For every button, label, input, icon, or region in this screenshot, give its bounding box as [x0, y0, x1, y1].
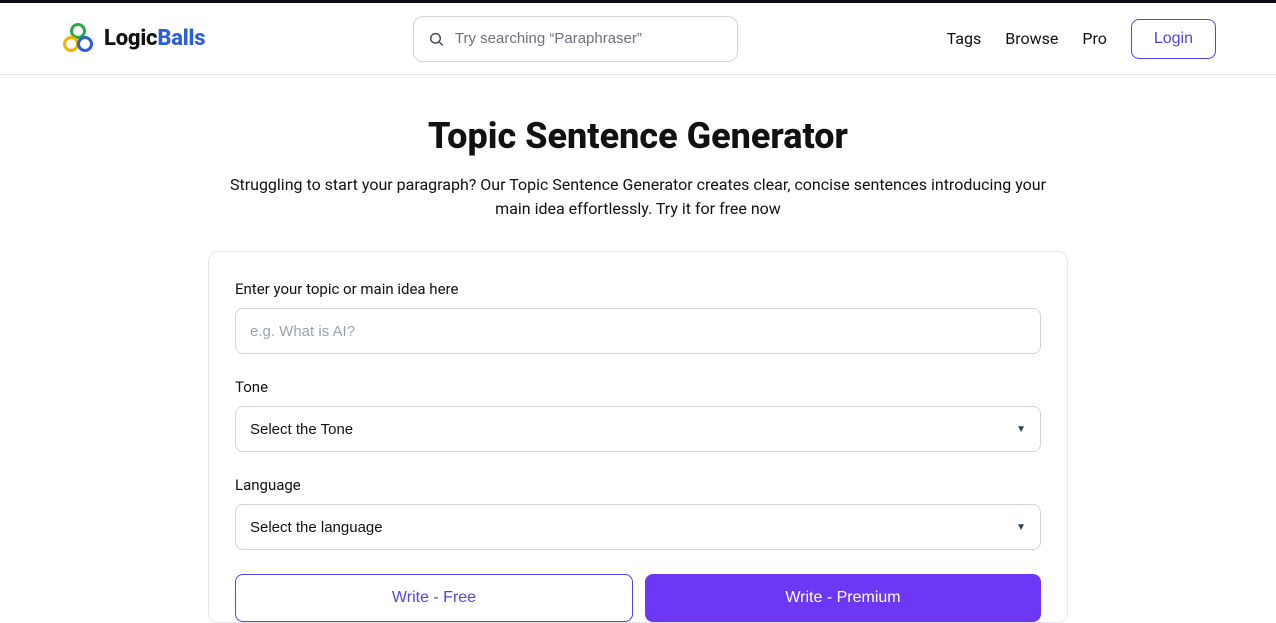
search-input[interactable] [455, 30, 724, 47]
login-button[interactable]: Login [1131, 19, 1216, 59]
language-select[interactable]: Select the language ▼ [235, 504, 1041, 550]
tone-selected-value: Select the Tone [250, 421, 353, 438]
chevron-down-icon: ▼ [1016, 424, 1026, 435]
chevron-down-icon: ▼ [1016, 522, 1026, 533]
tone-label: Tone [235, 378, 1041, 396]
nav-browse[interactable]: Browse [1005, 29, 1058, 48]
nav-tags[interactable]: Tags [947, 29, 982, 48]
logo[interactable]: LogicBalls [60, 21, 205, 57]
search-box[interactable] [413, 16, 738, 62]
nav-links: Tags Browse Pro Login [947, 19, 1216, 59]
write-premium-button[interactable]: Write - Premium [645, 574, 1041, 622]
site-header: LogicBalls Tags Browse Pro Login [0, 3, 1276, 75]
tone-select[interactable]: Select the Tone ▼ [235, 406, 1041, 452]
language-selected-value: Select the language [250, 519, 383, 536]
action-row: Write - Free Write - Premium [235, 574, 1041, 622]
form-card: Enter your topic or main idea here Tone … [208, 251, 1068, 623]
language-select-button[interactable]: Select the language ▼ [235, 504, 1041, 550]
main-content: Topic Sentence Generator Struggling to s… [188, 75, 1088, 623]
language-label: Language [235, 476, 1041, 494]
write-free-button[interactable]: Write - Free [235, 574, 633, 622]
search-container [229, 16, 922, 62]
topic-label: Enter your topic or main idea here [235, 280, 1041, 298]
tone-select-button[interactable]: Select the Tone ▼ [235, 406, 1041, 452]
page-subtitle: Struggling to start your paragraph? Our … [208, 173, 1068, 221]
logo-icon [60, 21, 96, 57]
logo-text-primary: Logic [104, 26, 157, 51]
search-icon [428, 30, 444, 48]
nav-pro[interactable]: Pro [1082, 29, 1106, 48]
page-title: Topic Sentence Generator [208, 115, 1068, 157]
logo-text: LogicBalls [104, 26, 205, 51]
logo-text-secondary: Balls [157, 26, 205, 51]
topic-input[interactable] [235, 308, 1041, 354]
